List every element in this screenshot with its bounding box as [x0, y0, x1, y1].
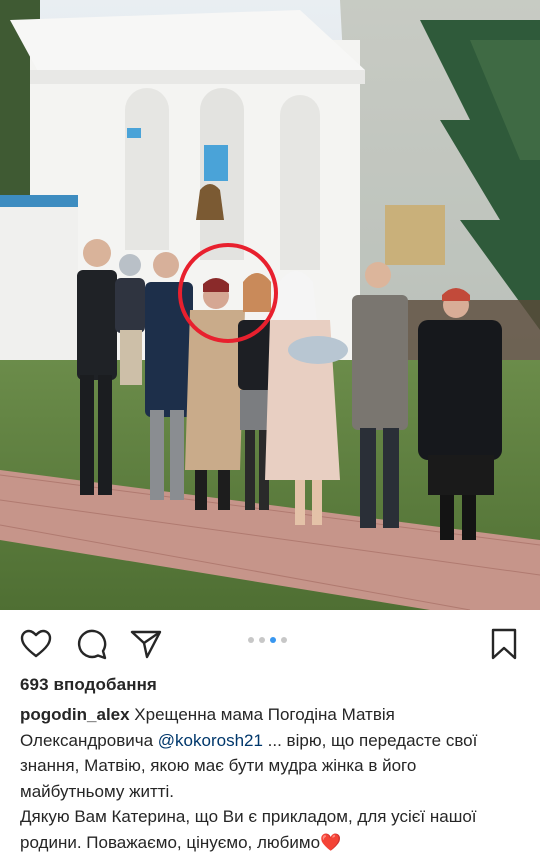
photo-scene	[0, 0, 540, 610]
share-button[interactable]	[128, 626, 164, 662]
carousel-dot	[281, 637, 287, 643]
carousel-dot-active	[270, 637, 276, 643]
like-button[interactable]	[18, 626, 54, 662]
bookmark-icon	[491, 628, 517, 660]
caption-username[interactable]: pogodin_alex	[20, 705, 130, 724]
carousel-dot	[259, 637, 265, 643]
carousel-indicator	[248, 637, 287, 643]
caption-mention[interactable]: @kokorosh21	[158, 731, 263, 750]
paper-plane-icon	[130, 630, 162, 659]
comment-button[interactable]	[74, 626, 110, 662]
heart-emoji-icon: ❤️	[320, 832, 342, 852]
post-caption: pogodin_alex Хрещенна мама Погодіна Матв…	[20, 702, 525, 855]
caption-text-3: Дякую Вам Катерина, що Ви є прикладом, д…	[20, 807, 477, 852]
comment-bubble-icon	[77, 629, 107, 660]
carousel-dot	[248, 637, 254, 643]
post-photo[interactable]	[0, 0, 540, 610]
likes-count[interactable]: 693 вподобання	[20, 675, 157, 695]
heart-outline-icon	[20, 629, 52, 658]
save-button[interactable]	[486, 626, 522, 662]
